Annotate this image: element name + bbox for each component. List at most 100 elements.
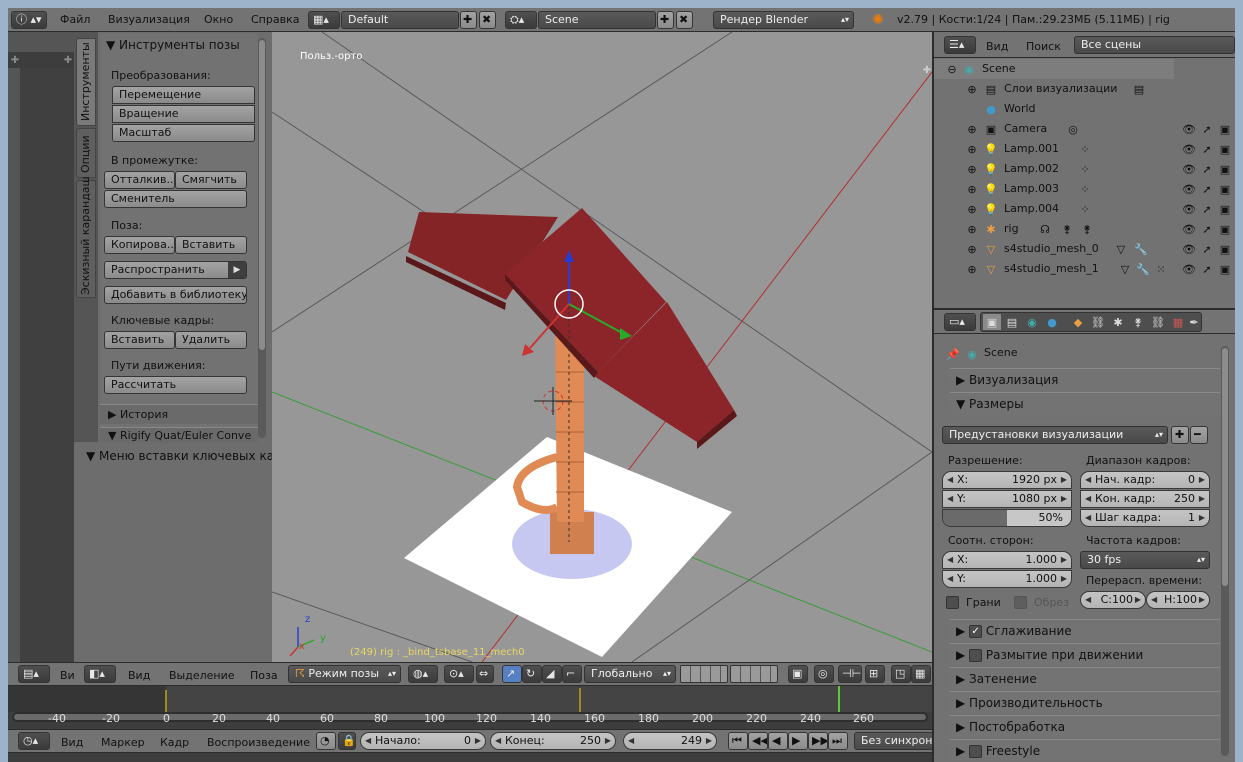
frame-step-field[interactable]: ◀ Шаг кадра: 1 ▶ (1080, 509, 1210, 527)
timeline-frame-menu[interactable]: Кадр (160, 736, 189, 749)
snap-element-button[interactable]: ⊞ (865, 665, 885, 683)
expand-icon[interactable]: ⊕ (966, 123, 978, 135)
play-button[interactable]: ▶ (788, 732, 808, 750)
scene-remove-button[interactable]: ✖ (676, 11, 693, 29)
scene-field[interactable]: Scene (538, 11, 656, 29)
calculate-button[interactable]: Рассчитать (104, 376, 247, 394)
scene-tab-icon[interactable]: ◉ (1023, 314, 1041, 330)
move-button[interactable]: Перемещение (112, 86, 255, 104)
expand-icon[interactable]: ⊕ (966, 263, 978, 275)
translate-manipulator-button[interactable]: ↗ (502, 665, 522, 683)
push-button[interactable]: Отталкив... (104, 171, 175, 189)
performance-panel-header[interactable]: ▶ Производительность (950, 691, 1220, 713)
expand-icon[interactable]: ⊕ (966, 163, 978, 175)
object-data-tab-icon[interactable]: ✱ (1109, 314, 1127, 330)
scene-icon-button[interactable]: ⛭▴ (505, 11, 537, 29)
add-to-library-button[interactable]: Добавить в библиотеку (104, 286, 247, 304)
select-arrow-icon[interactable]: ➚ (1200, 243, 1214, 255)
render-camera-icon[interactable]: ▣ (1218, 143, 1232, 155)
delete-keyframe-button[interactable]: Удалить (175, 331, 247, 349)
timeline-playback-menu[interactable]: Воспроизведение (207, 736, 310, 749)
layout-icon-button[interactable]: ▦▴ (308, 11, 340, 29)
texture-tab-icon[interactable]: ▦ (1169, 314, 1187, 330)
antialias-panel-header[interactable]: ▶ ✓ Сглаживание (950, 619, 1220, 641)
shading-select[interactable]: ◍▴ (408, 665, 438, 683)
visibility-eye-icon[interactable]: 👁 (1182, 183, 1196, 195)
viewport-view-menu[interactable]: Вид (128, 669, 150, 682)
scene-add-button[interactable]: ✚ (657, 11, 674, 29)
object-tab-icon[interactable]: ◆ (1069, 314, 1087, 330)
render-camera-icon[interactable]: ▣ (1218, 243, 1232, 255)
preview-range-button[interactable]: ◔ (316, 732, 336, 750)
expand-icon[interactable]: ⊕ (966, 183, 978, 195)
insert-keyframe-button[interactable]: Вставить (104, 331, 175, 349)
manipulator-toggle[interactable]: ⇔ (476, 665, 494, 683)
layer-buttons-2[interactable] (730, 665, 778, 683)
properties-editor-type-button[interactable]: ▭▴ (944, 313, 976, 331)
menu-render[interactable]: Визуализация (108, 13, 190, 26)
select-arrow-icon[interactable]: ➚ (1200, 163, 1214, 175)
properties-scrollbar[interactable] (1221, 346, 1229, 756)
render-camera-icon[interactable]: ▣ (1218, 223, 1232, 235)
bone-tab-icon[interactable]: ⚵ (1129, 314, 1147, 330)
breakdowner-button[interactable]: Сменитель (104, 190, 247, 208)
visibility-eye-icon[interactable]: 👁 (1182, 203, 1196, 215)
area-split-icon-3[interactable]: ✚ (922, 66, 932, 76)
collapse-icon[interactable]: ⊖ (946, 63, 958, 75)
outliner-row[interactable]: ● World (942, 99, 1235, 119)
sync-select[interactable]: Без синхрони (854, 732, 934, 750)
visibility-eye-icon[interactable]: 👁 (1182, 263, 1196, 275)
frame-end-field[interactable]: ◀ Кон. кадр: 250 ▶ (1080, 490, 1210, 508)
jump-end-button[interactable]: ⏭ (828, 732, 848, 750)
render-tab-icon[interactable]: ▣ (983, 314, 1001, 330)
viewport-select-menu[interactable]: Выделение (169, 669, 235, 682)
tab-grease-pencil[interactable]: Эскизный карандаш (76, 176, 96, 298)
select-arrow-icon[interactable]: ➚ (1200, 143, 1214, 155)
jump-keyframe-forward-button[interactable]: ▶▶ (808, 732, 828, 750)
lock-layers-button[interactable]: ▣ (788, 665, 808, 683)
scale-button[interactable]: Масштаб (112, 124, 255, 142)
resolution-percentage-slider[interactable]: 50% (942, 509, 1072, 527)
copy-pose-button[interactable]: Копирова... (104, 236, 175, 254)
visibility-eye-icon[interactable]: 👁 (1182, 243, 1196, 255)
relax-button[interactable]: Смягчить (175, 171, 247, 189)
constraints-tab-icon[interactable]: ⛓ (1089, 314, 1107, 330)
world-tab-icon[interactable]: ● (1043, 314, 1061, 330)
outliner-filter-select[interactable]: Все сцены (1074, 36, 1235, 54)
freestyle-checkbox[interactable] (969, 745, 983, 758)
layer-buttons[interactable] (680, 665, 728, 683)
border-checkbox[interactable] (946, 596, 959, 609)
select-arrow-icon[interactable]: ➚ (1200, 183, 1214, 195)
freestyle-panel-header[interactable]: ▶ Freestyle (950, 739, 1220, 761)
3d-viewport[interactable]: Польз.-орто z y x (249) rig : _bind_tsba… (272, 32, 932, 662)
tool-shelf-scrollbar[interactable] (258, 38, 266, 438)
viewport-editor-type-button[interactable]: ◧▴ (84, 665, 116, 683)
frame-start-field[interactable]: ◀ Нач. кадр: 0 ▶ (1080, 471, 1210, 489)
outliner-search-menu[interactable]: Поиск (1026, 40, 1061, 53)
layout-remove-button[interactable]: ✖ (479, 11, 496, 29)
orientation-select[interactable]: Глобально ▴▾ (584, 665, 676, 683)
aspect-x-field[interactable]: ◀ X: 1.000 ▶ (942, 551, 1072, 569)
layout-add-button[interactable]: ✚ (460, 11, 477, 29)
expand-icon[interactable]: ⊕ (966, 143, 978, 155)
resolution-x-field[interactable]: ◀ X: 1920 px ▶ (942, 471, 1072, 489)
remap-old-field[interactable]: ◀ С:100 ▶ (1080, 591, 1146, 609)
editor-type-info-button[interactable]: ⓘ ▴▾ (11, 11, 47, 29)
outliner-view-menu[interactable]: Вид (986, 40, 1008, 53)
expand-icon[interactable]: ⊕ (966, 223, 978, 235)
dimensions-panel-header[interactable]: ▼ Размеры (950, 392, 1220, 414)
end-frame-field[interactable]: ◀ Конец: 250 ▶ (490, 732, 616, 750)
resolution-y-field[interactable]: ◀ Y: 1080 px ▶ (942, 490, 1072, 508)
left-view-menu[interactable]: Ви (60, 669, 75, 682)
mode-select[interactable]: ☈ Режим позы ▴▾ (288, 665, 401, 683)
menu-file[interactable]: Файл (60, 13, 90, 26)
framerate-select[interactable]: 30 fps ▴▾ (1080, 551, 1210, 569)
left-editor-type-button[interactable]: ▤▴ (18, 665, 50, 683)
render-layers-tab-icon[interactable]: ▤ (1003, 314, 1021, 330)
area-split-icon-2[interactable]: ✚ (63, 56, 73, 66)
area-split-icon[interactable]: ✚ (10, 56, 20, 66)
render-camera-icon[interactable]: ▣ (1218, 163, 1232, 175)
rotate-manipulator-button[interactable]: ↻ (522, 665, 542, 683)
render-anim-button[interactable]: ▦ (911, 665, 931, 683)
snap-button[interactable]: ⊣⊢ (838, 665, 862, 683)
